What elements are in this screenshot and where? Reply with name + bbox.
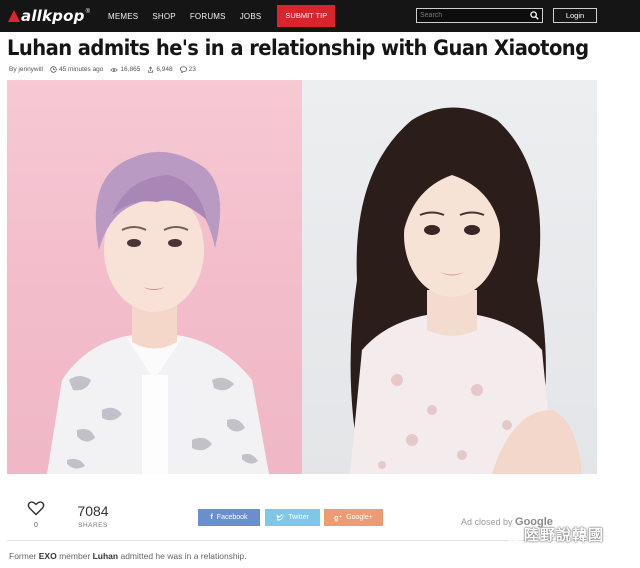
post-time: 45 minutes ago <box>50 66 103 73</box>
search-icon <box>529 11 539 20</box>
like-count: 0 <box>34 522 38 529</box>
view-count: 16,865 <box>110 66 140 73</box>
nav-item-jobs[interactable]: JOBS <box>240 12 262 21</box>
portrait-luhan-illustration <box>47 151 269 474</box>
watermark-text: 陸野說韓國 <box>524 526 605 544</box>
main-nav: MEMES SHOP FORUMS JOBS SUBMIT TIP <box>108 0 336 32</box>
nav-item-shop[interactable]: SHOP <box>152 12 175 21</box>
twitter-icon <box>276 514 285 521</box>
post-time-text: 45 minutes ago <box>58 66 104 73</box>
twitter-label: Twitter <box>288 514 309 521</box>
google-plus-label: Google+ <box>346 514 373 521</box>
total-shares-count: 7084 <box>77 503 109 519</box>
share-count: 6,948 <box>147 66 173 73</box>
logo-mark <box>8 10 20 22</box>
caption-prefix: Former <box>9 551 39 561</box>
view-count-text: 16,865 <box>120 66 141 73</box>
facebook-label: Facebook <box>216 514 248 521</box>
article-caption: Former EXO member Luhan admitted he was … <box>9 551 247 561</box>
author-byline[interactable]: By jennywill <box>9 66 43 73</box>
article-title: Luhan admits he's in a relationship with… <box>7 36 589 60</box>
comment-count[interactable]: 23 <box>179 66 196 73</box>
wechat-icon <box>499 526 521 542</box>
login-button[interactable]: Login <box>553 8 597 23</box>
search-button[interactable] <box>526 8 542 23</box>
search-input[interactable] <box>420 10 525 21</box>
top-navigation-bar: allkpop ® MEMES SHOP FORUMS JOBS SUBMIT … <box>0 0 640 32</box>
total-shares-label: SHARES <box>78 522 108 529</box>
twitter-share-button[interactable]: Twitter <box>265 509 320 526</box>
facebook-share-button[interactable]: f Facebook <box>198 509 260 526</box>
eye-icon <box>110 67 119 72</box>
submit-tip-button[interactable]: SUBMIT TIP <box>277 5 336 27</box>
comment-count-text: 23 <box>188 66 196 73</box>
nav-item-forums[interactable]: FORUMS <box>190 12 226 21</box>
author-name: By jennywill <box>9 66 43 73</box>
facebook-icon: f <box>210 514 213 521</box>
share-icon <box>148 66 154 73</box>
portrait-guan-illustration <box>350 107 582 474</box>
site-logo[interactable]: allkpop ® <box>8 6 90 26</box>
google-plus-icon: g⁺ <box>334 514 343 522</box>
caption-group-link[interactable]: EXO <box>39 551 57 561</box>
caption-name-link[interactable]: Luhan <box>93 551 119 561</box>
logo-registered: ® <box>85 9 90 15</box>
nav-item-memes[interactable]: MEMES <box>108 12 138 21</box>
search-box <box>416 8 543 23</box>
article-meta: By jennywill 45 minutes ago 16,865 6,948… <box>9 66 203 73</box>
share-count-text: 6,948 <box>156 66 173 73</box>
logo-text: allkpop <box>21 7 85 25</box>
watermark: 陸野說韓國 <box>499 524 604 545</box>
caption-suffix: admitted he was in a relationship. <box>118 551 247 561</box>
google-plus-share-button[interactable]: g⁺ Google+ <box>324 509 383 526</box>
photo-guan-xiaotong <box>302 80 597 474</box>
heart-icon[interactable] <box>27 500 45 516</box>
clock-icon <box>50 66 57 73</box>
photo-luhan <box>7 80 302 474</box>
article-photo <box>7 80 597 474</box>
comment-icon <box>179 66 187 73</box>
caption-mid: member <box>56 551 93 561</box>
